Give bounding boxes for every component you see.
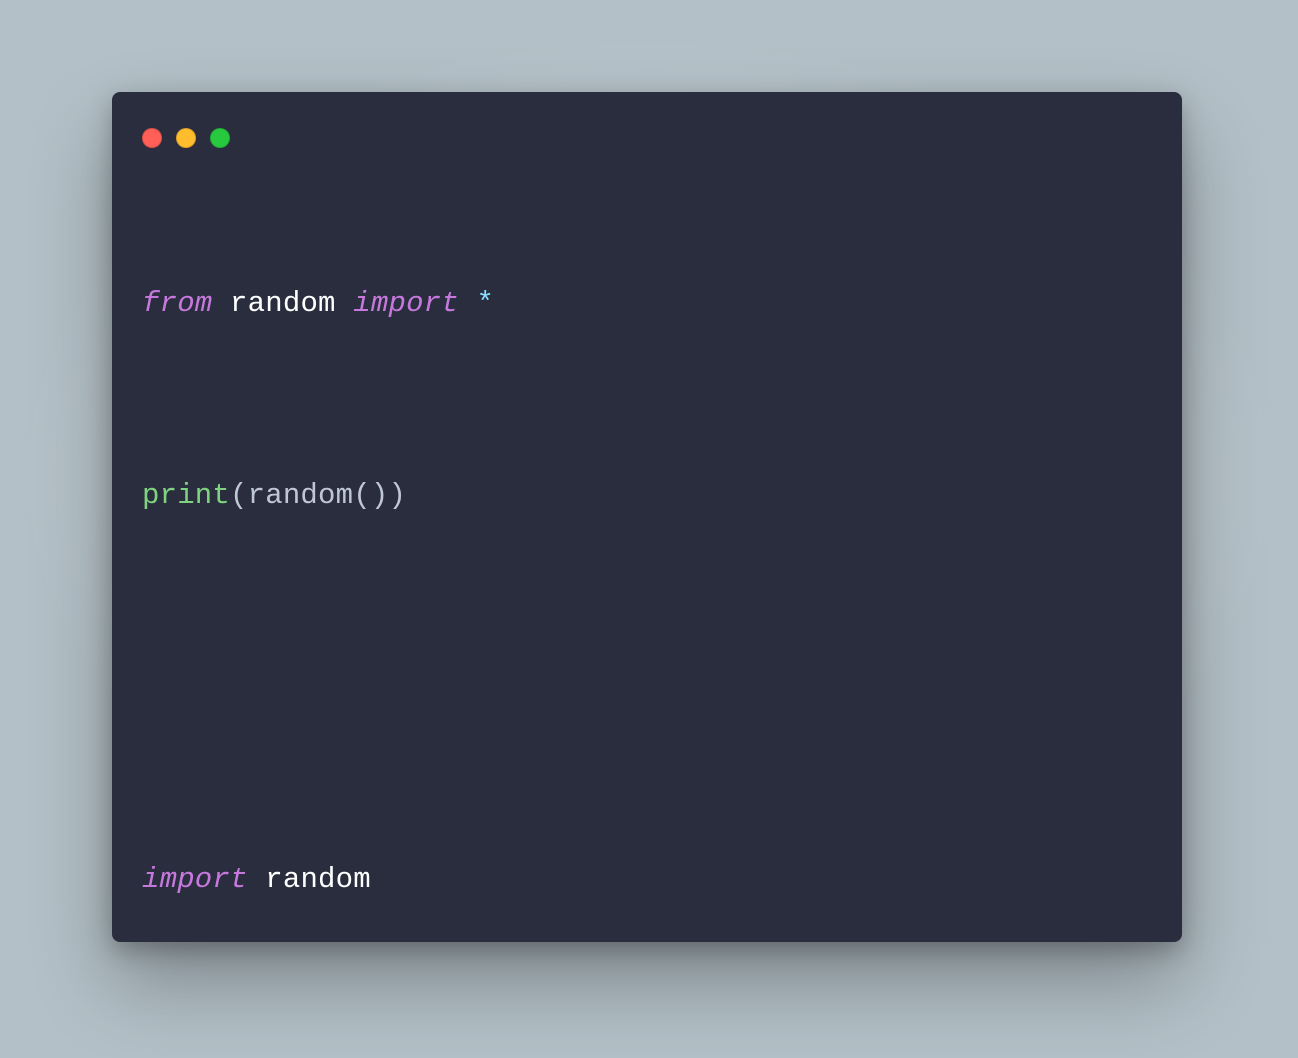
code-line: print(random()): [142, 481, 1152, 511]
keyword-import: import: [353, 287, 459, 320]
star-operator: *: [477, 287, 495, 320]
fn-print: print: [142, 479, 230, 512]
stage: from random import * print(random()) imp…: [0, 0, 1298, 1058]
blank-line: [142, 673, 1152, 703]
code-block: from random import * print(random()) imp…: [142, 202, 1152, 1058]
module-random: random: [265, 863, 371, 896]
close-icon[interactable]: [142, 128, 162, 148]
maximize-icon[interactable]: [210, 128, 230, 148]
window-controls: [142, 128, 230, 148]
code-line: import random: [142, 865, 1152, 895]
code-line: from random import *: [142, 289, 1152, 319]
fn-random: random: [248, 479, 354, 512]
keyword-import: import: [142, 863, 248, 896]
module-random: random: [230, 287, 336, 320]
minimize-icon[interactable]: [176, 128, 196, 148]
code-card: from random import * print(random()) imp…: [112, 92, 1182, 942]
keyword-from: from: [142, 287, 212, 320]
